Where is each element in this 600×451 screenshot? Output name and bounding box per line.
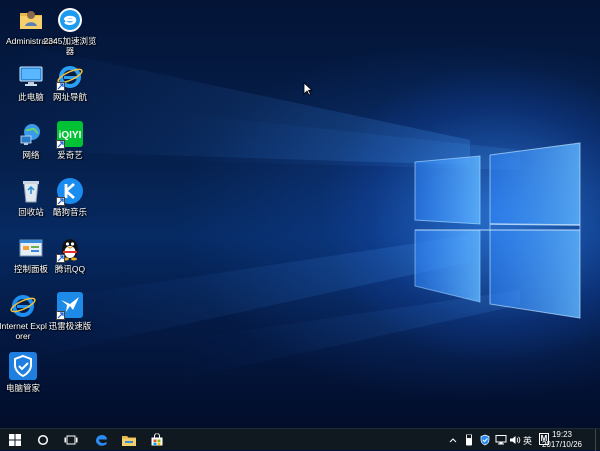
internet-explorer-icon	[10, 295, 36, 317]
desktop-icon-iqiyi[interactable]: iQIYI 爱奇艺	[40, 116, 100, 172]
clock[interactable]: 19:23 2017/10/26	[542, 430, 582, 450]
usb-device-icon	[466, 434, 472, 446]
task-view-icon	[64, 435, 78, 445]
cortana-button[interactable]	[30, 429, 56, 451]
shortcut-arrow-icon	[56, 311, 65, 320]
taskbar: 英 M 19:23 2017/10/26	[0, 428, 600, 451]
network-wired-icon	[495, 435, 507, 445]
desktop-icon-qq[interactable]: 腾讯QQ	[40, 230, 100, 286]
desktop-icon-label: 迅雷极速版	[48, 321, 92, 331]
task-view-button[interactable]	[58, 429, 84, 451]
browser-2345-icon	[58, 8, 82, 32]
desktop-icon-2345-browser[interactable]: 2345加速浏览器	[40, 2, 100, 58]
chevron-up-icon	[449, 438, 457, 443]
show-desktop-button[interactable]	[595, 429, 600, 451]
mouse-cursor-icon	[303, 82, 313, 96]
cortana-circle-icon	[37, 434, 49, 446]
file-explorer-button[interactable]	[116, 429, 142, 451]
desktop-icon-label: 酷狗音乐	[52, 207, 87, 217]
start-button[interactable]	[2, 429, 28, 451]
store-button[interactable]	[144, 429, 170, 451]
shortcut-arrow-icon	[56, 197, 65, 206]
pc-manager-shield-icon	[9, 352, 37, 380]
ime-language-indicator[interactable]: 英	[523, 434, 532, 447]
store-icon	[151, 433, 163, 446]
desktop-icon-kugou[interactable]: 酷狗音乐	[40, 173, 100, 229]
tray-pc-manager-button[interactable]	[478, 429, 492, 451]
clock-time: 19:23	[551, 430, 572, 439]
speaker-volume-icon	[510, 436, 521, 444]
start-windows-icon	[9, 434, 21, 446]
desktop-icon-label: 电脑管家	[5, 383, 40, 393]
desktop-icon-navigation[interactable]: 网址导航	[40, 58, 100, 114]
edge-button[interactable]	[88, 429, 114, 451]
desktop-icon-label: 2345加速浏览器	[43, 36, 97, 56]
shield-icon	[480, 434, 490, 446]
desktop-icon-label: 腾讯QQ	[54, 264, 86, 274]
clock-date: 2017/10/26	[541, 440, 582, 449]
tray-usb-button[interactable]	[462, 429, 476, 451]
shortcut-arrow-icon	[56, 140, 65, 149]
shortcut-arrow-icon	[56, 82, 65, 91]
tray-network-button[interactable]	[494, 429, 508, 451]
file-explorer-icon	[122, 436, 136, 446]
desktop-icon-xunlei[interactable]: 迅雷极速版	[40, 287, 100, 343]
tray-overflow-button[interactable]	[446, 429, 460, 451]
edge-icon	[96, 435, 107, 446]
desktop-icon-label: 网址导航	[52, 92, 87, 102]
shortcut-arrow-icon	[56, 254, 65, 263]
desktop[interactable]: Administrator 此电脑 网络 回收站 控制面板 Internet E…	[0, 0, 600, 428]
tray-volume-button[interactable]	[508, 429, 522, 451]
desktop-icon-pc-manager[interactable]: 电脑管家	[0, 347, 49, 403]
desktop-icon-label: 爱奇艺	[57, 150, 83, 160]
